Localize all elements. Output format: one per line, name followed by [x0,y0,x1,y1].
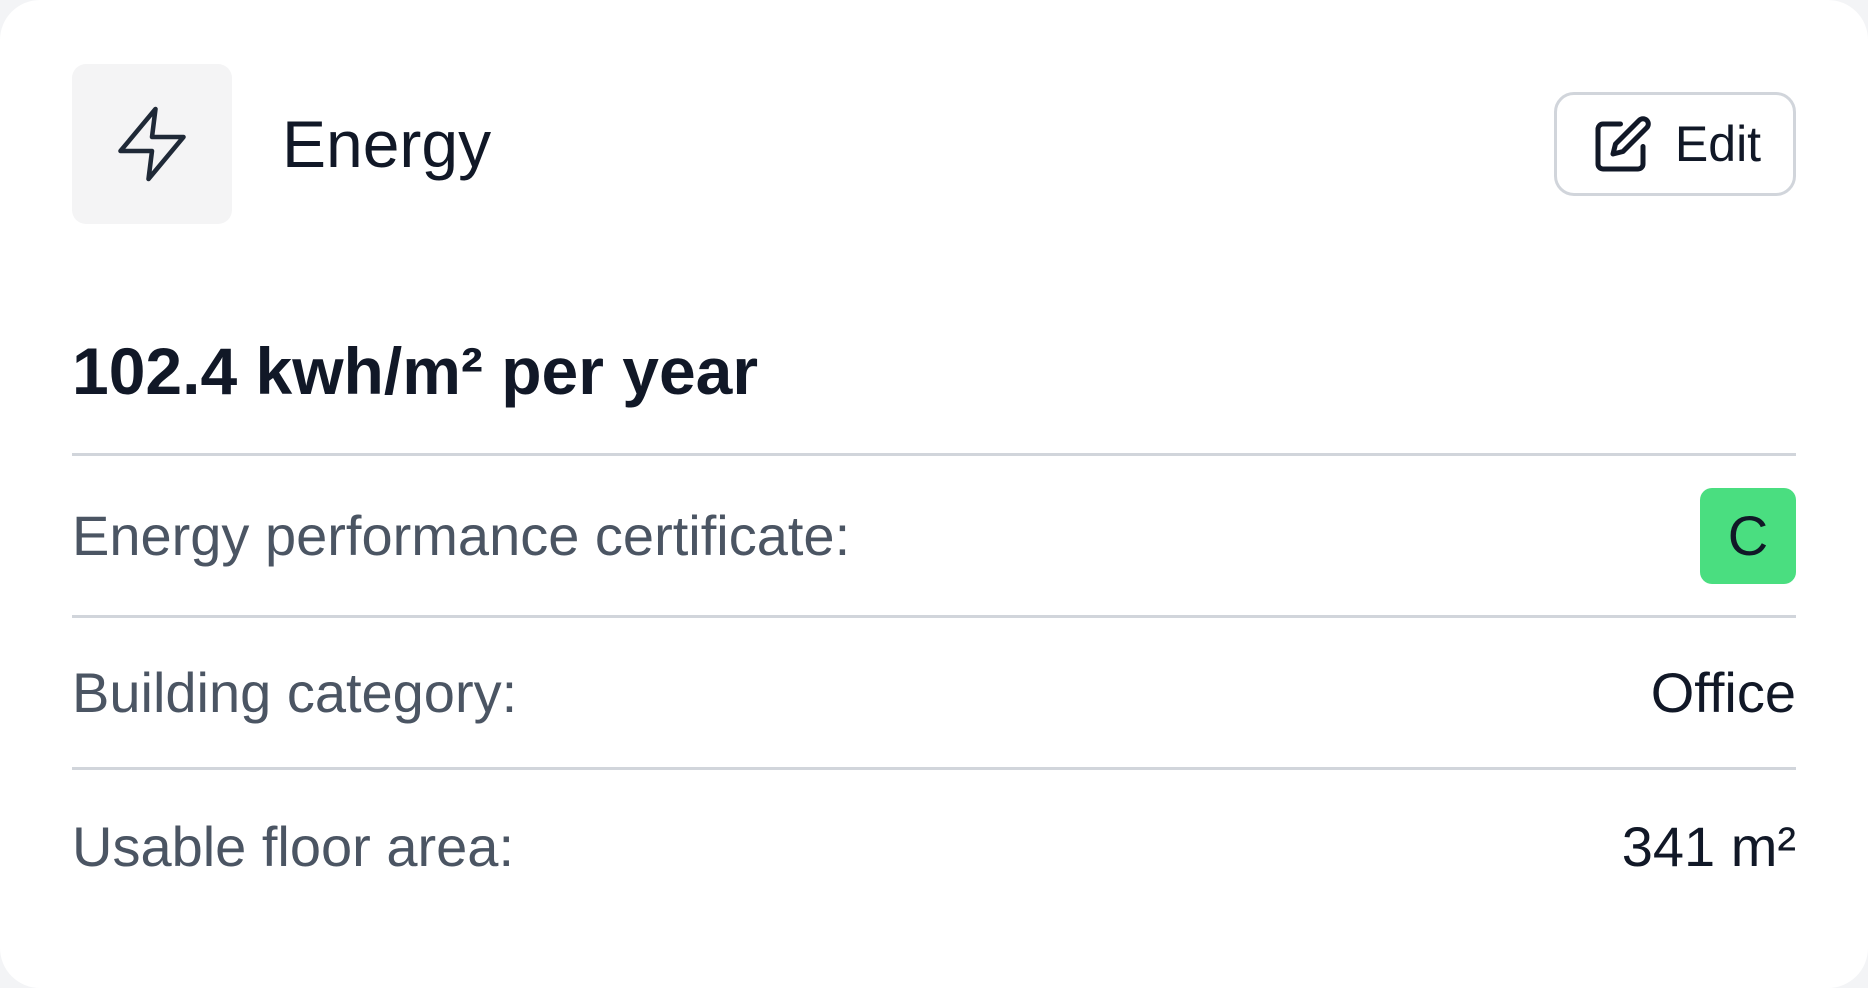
building-category-value: Office [1650,661,1796,724]
building-category-label: Building category: [72,661,518,724]
building-category-row: Building category: Office [72,618,1796,770]
usable-floor-area-label: Usable floor area: [72,814,515,878]
card-title: Energy [282,107,492,181]
edit-button[interactable]: Edit [1554,92,1796,196]
edit-button-label: Edit [1674,116,1762,172]
usable-floor-area-row: Usable floor area: 341 m² [72,770,1796,922]
energy-consumption-summary: 102.4 kwh/m² per year [72,288,1796,456]
lightning-bolt-icon [118,106,186,182]
energy-icon-box [72,64,232,224]
usable-floor-area-value: 341 m² [1621,814,1796,878]
epc-row: Energy performance certificate: C [72,456,1796,618]
epc-label: Energy performance certificate: [72,504,851,567]
epc-rating-badge: C [1700,487,1796,584]
energy-card: Energy Edit 102.4 kwh/m² per year Energy… [0,0,1868,988]
edit-pencil-square-icon [1595,116,1651,172]
card-header: Energy Edit [72,0,1796,288]
